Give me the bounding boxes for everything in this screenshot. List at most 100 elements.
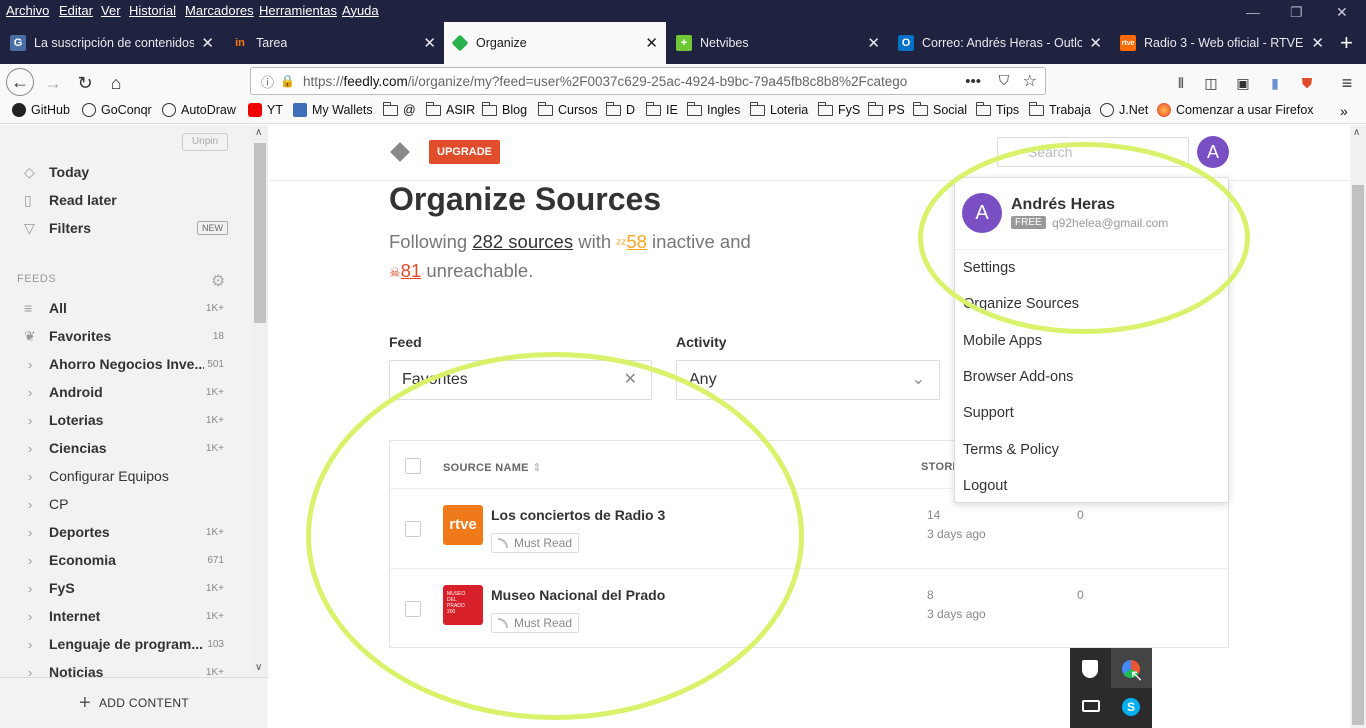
back-icon[interactable]: ←: [6, 68, 34, 96]
menu-ayuda[interactable]: Ayuda: [342, 3, 379, 18]
chevron-right-icon[interactable]: ›: [28, 357, 32, 372]
sidebar-item-filters[interactable]: ▽ Filters NEW: [0, 214, 250, 242]
bookmark-folder-fys[interactable]: FyS: [817, 101, 860, 117]
feed-filter-input[interactable]: Favorites ✕: [389, 360, 652, 400]
menu-item-logout[interactable]: Logout: [963, 478, 1007, 494]
forward-icon[interactable]: →: [40, 70, 66, 96]
sidebar-feed-android[interactable]: › Android 1K+: [0, 378, 250, 406]
source-tag[interactable]: Must Read: [491, 533, 580, 553]
chevron-right-icon[interactable]: ›: [28, 441, 32, 456]
url-bar[interactable]: ⓘ 🔒 https://feedly.com/i/organize/my?fee…: [250, 67, 1046, 95]
sidebar-feed-ahorro[interactable]: › Ahorro Negocios Inve... 501: [0, 350, 250, 378]
skype-icon[interactable]: S: [1122, 698, 1140, 716]
sidebar-feed-loterias[interactable]: › Loterias 1K+: [0, 406, 250, 434]
bookmark-folder-trabaja[interactable]: Trabaja: [1028, 101, 1091, 117]
tab-tarea[interactable]: in Tarea ✕: [222, 22, 444, 64]
menu-marcadores[interactable]: Marcadores: [185, 3, 254, 18]
chevron-right-icon[interactable]: ›: [28, 469, 32, 484]
sidebar-feed-deportes[interactable]: › Deportes 1K+: [0, 518, 250, 546]
sidebar-feed-economia[interactable]: › Economia 671: [0, 546, 250, 574]
page-actions-icon[interactable]: •••: [965, 73, 981, 90]
search-input[interactable]: Search: [997, 137, 1189, 167]
table-row[interactable]: MUSEO DEL PRADO 200 Museo Nacional del Prad…: [390, 568, 1228, 648]
tab-organize[interactable]: Organize ✕: [444, 22, 666, 64]
menu-herramientas[interactable]: Herramientas: [259, 3, 337, 18]
scroll-down-icon[interactable]: ∨: [255, 662, 262, 673]
source-tag[interactable]: Must Read: [491, 613, 580, 633]
sidebar-feed-internet[interactable]: › Internet 1K+: [0, 602, 250, 630]
notes-icon[interactable]: ▮: [1262, 70, 1288, 96]
chevron-right-icon[interactable]: ›: [28, 413, 32, 428]
menu-editar[interactable]: Editar: [59, 3, 93, 18]
menu-historial[interactable]: Historial: [129, 3, 176, 18]
chevron-right-icon[interactable]: ›: [28, 553, 32, 568]
gear-icon[interactable]: ⚙: [211, 271, 225, 291]
source-name[interactable]: Museo Nacional del Prado: [491, 587, 665, 603]
close-tab-icon[interactable]: ✕: [201, 34, 214, 52]
bookmark-folder-loteria[interactable]: Loteria: [749, 101, 808, 117]
sidebar-feed-all[interactable]: ≡ All 1K+: [0, 294, 250, 322]
more-bookmarks-icon[interactable]: »: [1340, 103, 1348, 119]
bookmark-folder-d[interactable]: D: [605, 101, 635, 117]
sources-link[interactable]: 282 sources: [472, 231, 573, 252]
scroll-up-icon[interactable]: ∧: [1353, 127, 1360, 138]
unpin-button[interactable]: Unpin: [182, 133, 228, 151]
chevron-right-icon[interactable]: ›: [28, 609, 32, 624]
hamburger-menu-icon[interactable]: ≡: [1334, 70, 1360, 96]
bookmark-wallets[interactable]: My Wallets: [293, 103, 373, 117]
menu-item-organize-sources[interactable]: Organize Sources: [963, 296, 1079, 312]
sidebar-feed-cp[interactable]: › CP: [0, 490, 250, 518]
tab-outlook[interactable]: O Correo: Andrés Heras - Outlook ✕: [888, 22, 1110, 64]
bookmark-folder-social[interactable]: Social: [912, 101, 967, 117]
row-checkbox[interactable]: [405, 521, 421, 537]
bookmark-autodraw[interactable]: AutoDraw: [162, 103, 236, 117]
tab-contenidos[interactable]: G La suscripción de contenidos ( ✕: [0, 22, 222, 64]
bookmark-folder-ingles[interactable]: Ingles: [686, 101, 740, 117]
sidebar-item-read-later[interactable]: ▯ Read later: [0, 186, 250, 214]
usb-device-icon[interactable]: [1082, 700, 1100, 712]
menu-item-support[interactable]: Support: [963, 405, 1014, 421]
sidebar-scrollbar-thumb[interactable]: [254, 143, 266, 323]
row-checkbox[interactable]: [405, 601, 421, 617]
ublock-icon[interactable]: ⛊: [1294, 70, 1320, 96]
sidebar-feed-favorites[interactable]: ❦ Favorites 18: [0, 322, 250, 350]
menu-item-settings[interactable]: Settings: [963, 260, 1015, 276]
close-window-icon[interactable]: ✕: [1336, 4, 1348, 21]
sidebar-toggle-icon[interactable]: ◫: [1198, 70, 1224, 96]
page-scrollbar-thumb[interactable]: [1352, 185, 1364, 725]
bookmark-folder-blog[interactable]: Blog: [481, 101, 527, 117]
reload-icon[interactable]: ↻: [72, 70, 98, 96]
sidebar-feed-fys[interactable]: › FyS 1K+: [0, 574, 250, 602]
extension-icon[interactable]: ▣: [1230, 70, 1256, 96]
bookmark-yt[interactable]: YT: [248, 103, 283, 117]
unreachable-link[interactable]: 81: [401, 260, 422, 281]
source-name[interactable]: Los conciertos de Radio 3: [491, 507, 665, 523]
bookmark-goconqr[interactable]: GoConqr: [82, 103, 152, 117]
feedly-logo-icon[interactable]: [390, 142, 410, 162]
home-icon[interactable]: ⌂: [103, 70, 129, 96]
bookmark-folder-ie[interactable]: IE: [645, 101, 678, 117]
tab-radio3[interactable]: rtve Radio 3 - Web oficial - RTVE.es ✕: [1110, 22, 1332, 64]
bookmark-folder-cursos[interactable]: Cursos: [537, 101, 598, 117]
page-scrollbar[interactable]: ∧: [1350, 125, 1366, 728]
add-content-button[interactable]: + ADD CONTENT: [0, 677, 268, 728]
chevron-right-icon[interactable]: ›: [28, 385, 32, 400]
menu-item-terms[interactable]: Terms & Policy: [963, 442, 1059, 458]
close-tab-icon[interactable]: ✕: [1089, 34, 1102, 52]
menu-archivo[interactable]: Archivo: [6, 3, 49, 18]
upgrade-button[interactable]: UPGRADE: [429, 140, 501, 164]
scroll-up-icon[interactable]: ∧: [255, 127, 262, 138]
bookmark-jnet[interactable]: J.Net: [1100, 103, 1148, 117]
minimize-icon[interactable]: —: [1246, 4, 1260, 20]
defender-shield-icon[interactable]: [1082, 660, 1098, 678]
column-source-name[interactable]: SOURCE NAME ⇕: [443, 461, 542, 474]
activity-filter-select[interactable]: Any ⌄: [676, 360, 940, 400]
bookmark-firefox[interactable]: Comenzar a usar Firefox: [1157, 103, 1314, 117]
close-tab-icon[interactable]: ✕: [867, 34, 880, 52]
inactive-link[interactable]: 58: [626, 231, 647, 252]
pocket-icon[interactable]: ⛉: [999, 73, 1009, 89]
info-icon[interactable]: ⓘ: [261, 72, 274, 91]
bookmark-folder-tips[interactable]: Tips: [975, 101, 1019, 117]
bookmark-folder-asir[interactable]: ASIR: [425, 101, 475, 117]
avatar[interactable]: A: [1197, 136, 1229, 168]
